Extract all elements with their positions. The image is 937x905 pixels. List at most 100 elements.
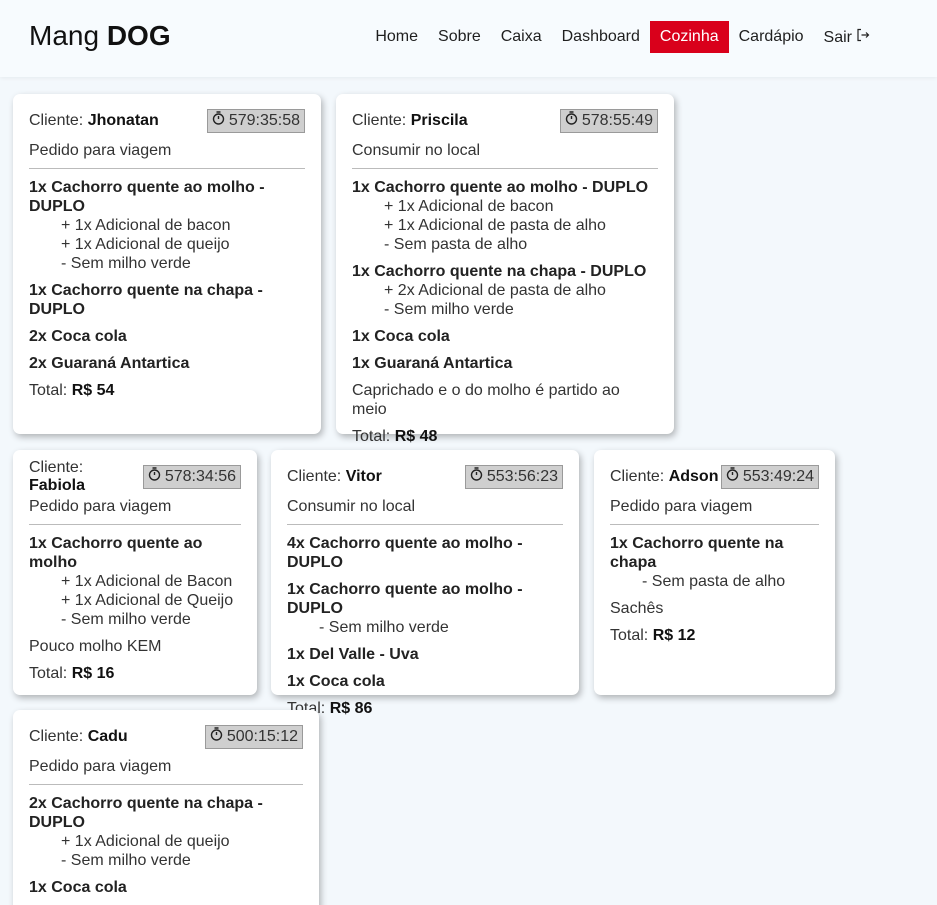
order-header: Cliente: Priscila 578:55:49 [352,107,658,135]
nav-cardapio[interactable]: Cardápio [729,21,814,53]
elapsed-timer: 553:56:23 [464,465,563,489]
item-title: 1x Cachorro quente na chapa - DUPLO [29,282,263,318]
order-total: Total: R$ 16 [29,665,115,682]
order-item: 1x Cachorro quente na chapa - DUPLO + 2x … [352,262,658,319]
item-modifier: - Sem milho verde [319,619,449,636]
item-title: 2x Coca cola [29,328,127,345]
order-item: 4x Cachorro quente ao molho - DUPLO [287,534,563,572]
item-modifier: - Sem milho verde [384,301,514,318]
main-nav: Home Sobre Caixa Dashboard Cozinha Cardá… [365,21,880,53]
order-card[interactable]: Cliente: Jhonatan 579:35:58 Pedido para vi… [13,94,321,434]
order-header: Cliente: Adson 553:49:24 [610,463,819,491]
stopwatch-icon [148,467,161,487]
item-title: 1x Cachorro quente ao molho - DUPLO [29,179,265,215]
elapsed-timer: 553:49:24 [720,465,819,489]
order-card[interactable]: Cliente: Priscila 578:55:49 Consumir no lo… [336,94,674,445]
item-modifier: - Sem pasta de alho [384,236,528,253]
item-title: 1x Del Valle - Uva [287,646,419,663]
order-note: Pouco molho KEM [29,638,162,655]
order-items: 2x Cachorro quente na chapa - DUPLO + 1x … [29,794,303,897]
nav-home[interactable]: Home [365,21,428,53]
stopwatch-icon [726,467,739,487]
order-item: 1x Cachorro quente na chapa - Sem pasta d… [610,534,819,591]
elapsed-timer: 578:34:56 [142,465,241,489]
order-items: 4x Cachorro quente ao molho - DUPLO 1x Ca… [287,534,563,691]
stopwatch-icon [212,111,225,131]
logout-icon [856,21,870,53]
elapsed-timer: 500:15:12 [204,725,303,749]
order-item: 1x Cachorro quente ao molho - DUPLO - Sem… [287,580,563,637]
item-modifier: + 1x Adicional de pasta de alho [384,217,606,234]
order-item: 1x Coca cola [352,327,658,346]
item-modifier: - Sem pasta de alho [642,573,786,590]
item-modifier: - Sem milho verde [61,255,191,272]
order-item: 1x Del Valle - Uva [287,645,563,664]
item-title: 1x Cachorro quente na chapa [610,535,784,571]
order-card[interactable]: Cliente: Vitor 553:56:23 Consumir no local… [271,450,579,717]
item-modifier: + 1x Adicional de Queijo [61,592,234,609]
order-item: 2x Guaraná Antartica [29,354,305,373]
client-name: Cliente: Adson [610,468,719,485]
item-title: 1x Cachorro quente ao molho [29,535,203,571]
item-modifier: + 1x Adicional de queijo [61,236,230,253]
order-header: Cliente: Cadu 500:15:12 [29,723,303,751]
nav-sobre[interactable]: Sobre [428,21,491,53]
item-modifier: + 1x Adicional de queijo [61,833,230,850]
brand-bold: DOG [106,20,171,51]
stopwatch-icon [565,111,578,131]
client-name: Cliente: Jhonatan [29,112,159,129]
order-total: Total: R$ 86 [287,700,373,717]
nav-sair-label: Sair [823,29,852,46]
order-items: 1x Cachorro quente ao molho + 1x Adiciona… [29,534,241,629]
stopwatch-icon [210,727,223,747]
nav-sair[interactable]: Sair [814,21,880,53]
order-card[interactable]: Cliente: Fabiola 578:34:56 Pedido para via… [13,450,257,695]
brand-prefix: Mang [29,20,100,51]
brand-logo[interactable]: Mang DOG [29,20,171,52]
order-mode: Pedido para viagem [29,498,241,525]
nav-cozinha[interactable]: Cozinha [649,21,729,53]
order-mode: Pedido para viagem [29,758,303,785]
order-item: 1x Coca cola [29,878,303,897]
item-title: 1x Cachorro quente na chapa - DUPLO [352,263,647,280]
order-card[interactable]: Cliente: Adson 553:49:24 Pedido para viage… [594,450,835,695]
order-card[interactable]: Cliente: Cadu 500:15:12 Pedido para viagem… [13,710,319,905]
navbar: Mang DOG Home Sobre Caixa Dashboard Cozi… [0,0,937,77]
item-title: 2x Cachorro quente na chapa - DUPLO [29,795,263,831]
order-total: Total: R$ 54 [29,382,115,399]
order-header: Cliente: Vitor 553:56:23 [287,463,563,491]
order-items: 1x Cachorro quente ao molho - DUPLO + 1x … [29,178,305,373]
order-mode: Consumir no local [287,498,563,525]
client-name: Cliente: Priscila [352,112,468,129]
item-modifier: - Sem milho verde [61,852,191,869]
item-title: 4x Cachorro quente ao molho - DUPLO [287,535,523,571]
order-item: 1x Cachorro quente ao molho - DUPLO + 1x … [352,178,658,254]
order-item: 1x Cachorro quente ao molho + 1x Adiciona… [29,534,241,629]
item-title: 1x Coca cola [29,879,127,896]
order-total: Total: R$ 12 [610,627,696,644]
order-items: 1x Cachorro quente ao molho - DUPLO + 1x … [352,178,658,373]
order-total: Total: R$ 48 [352,428,438,445]
order-item: 2x Cachorro quente na chapa - DUPLO + 1x … [29,794,303,870]
item-title: 1x Cachorro quente ao molho - DUPLO [352,179,649,196]
item-title: 1x Cachorro quente ao molho - DUPLO [287,581,523,617]
order-item: 2x Coca cola [29,327,305,346]
order-item: 1x Coca cola [287,672,563,691]
order-item: 1x Cachorro quente ao molho - DUPLO + 1x … [29,178,305,273]
order-note: Caprichado e o do molho é partido ao mei… [352,382,620,418]
order-items: 1x Cachorro quente na chapa - Sem pasta d… [610,534,819,591]
nav-dashboard[interactable]: Dashboard [552,21,650,53]
item-modifier: - Sem milho verde [61,611,191,628]
item-title: 1x Guaraná Antartica [352,355,513,372]
elapsed-timer: 579:35:58 [206,109,305,133]
item-modifier: + 1x Adicional de bacon [384,198,554,215]
item-modifier: + 1x Adicional de Bacon [61,573,233,590]
stopwatch-icon [470,467,483,487]
nav-caixa[interactable]: Caixa [491,21,552,53]
elapsed-timer: 578:55:49 [559,109,658,133]
order-mode: Consumir no local [352,142,658,169]
order-mode: Pedido para viagem [29,142,305,169]
client-name: Cliente: Vitor [287,468,382,485]
client-name: Cliente: Fabiola [29,459,86,494]
item-modifier: + 2x Adicional de pasta de alho [384,282,606,299]
